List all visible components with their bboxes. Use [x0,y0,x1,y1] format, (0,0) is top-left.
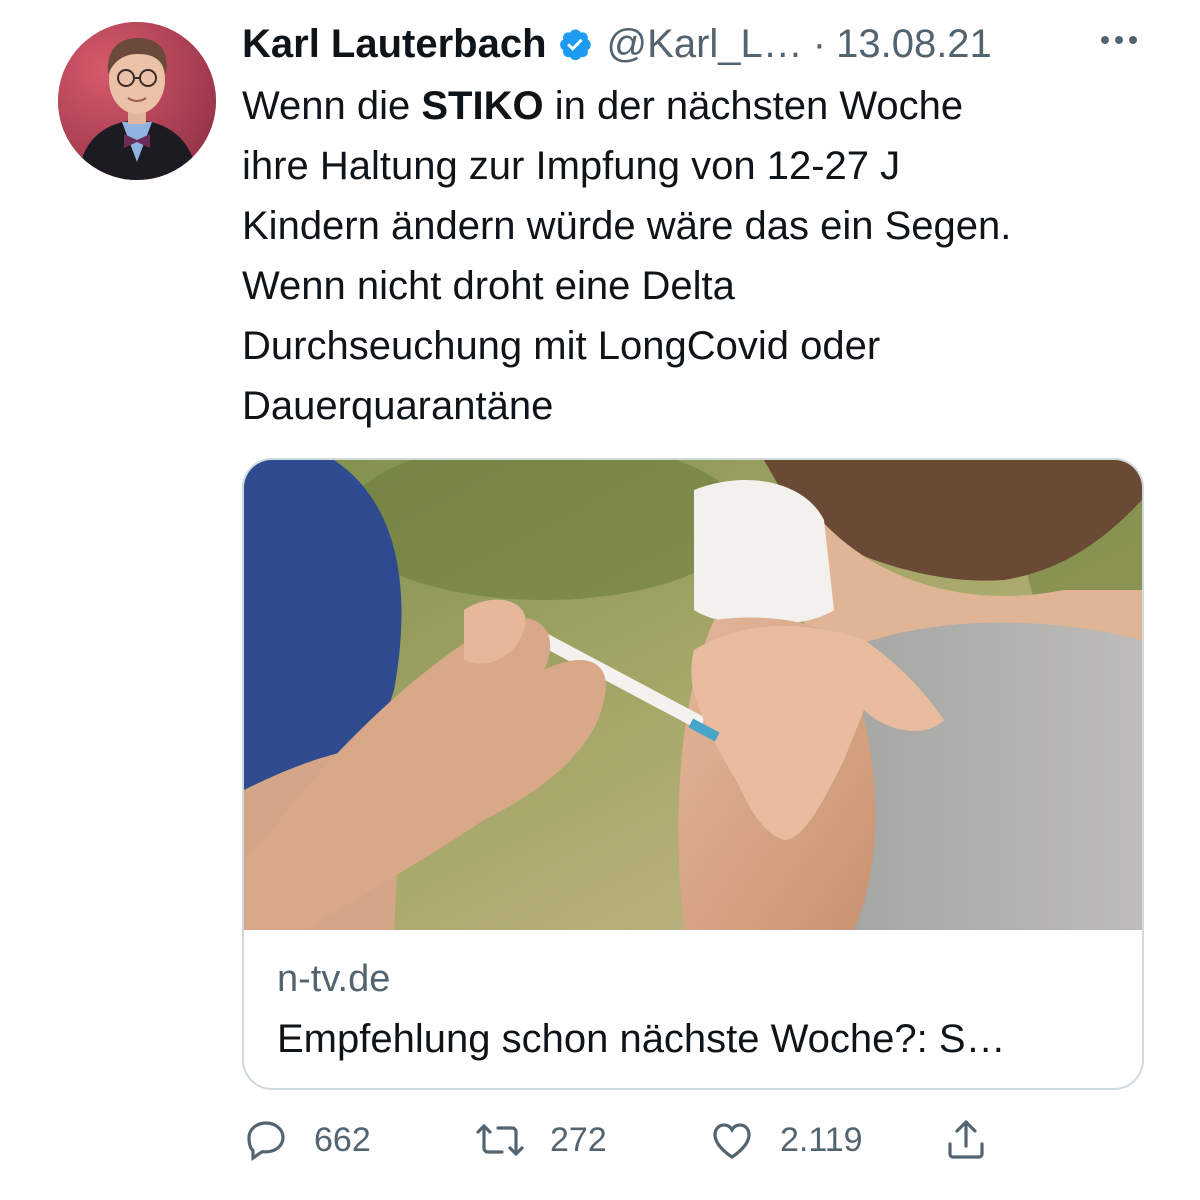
separator: · [812,21,827,66]
tweet-text-line: Wenn die STIKO in der nächsten Woche [242,84,964,128]
card-domain: n-tv.de [277,958,391,1000]
retweet-icon [476,1124,524,1156]
avatar[interactable] [58,22,216,180]
tweet-date[interactable]: 13.08.21 [836,22,992,67]
tweet-text-line: Durchseuchung mit LongCovid oder [242,324,881,368]
share-icon [948,1120,984,1159]
reply-icon [247,1121,285,1162]
card-image[interactable] [244,460,1142,930]
like-button[interactable]: 2.119 [708,1110,863,1170]
tweet-header: Karl Lauterbach @Karl_L… · 13.08.21 [242,18,992,70]
tweet-text: Wenn die STIKO in der nächsten Woche ihr… [242,76,1172,436]
link-card[interactable]: n-tv.de Empfehlung schon nächste Woche?:… [242,458,1144,1090]
tweet-text-line: Dauerquarantäne [242,384,554,428]
share-button[interactable] [942,1110,990,1170]
retweet-count: 272 [550,1120,607,1159]
author-handle[interactable]: @Karl_L… [607,22,803,67]
reply-button[interactable]: 662 [242,1110,371,1170]
tweet-text-line: ihre Haltung zur Impfung von 12-27 J [242,144,901,188]
tweet-text-line: Kindern ändern würde wäre das ein Segen. [242,204,1012,248]
retweet-button[interactable]: 272 [474,1110,607,1170]
hashtag-stiko[interactable]: STIKO [421,84,543,128]
tweet-text-line: Wenn nicht droht eine Delta [242,264,735,308]
more-icon[interactable] [1094,20,1144,60]
card-title[interactable]: Empfehlung schon nächste Woche?: S… [277,1017,1006,1062]
verified-badge-icon [557,26,593,62]
reply-count: 662 [314,1120,371,1159]
like-icon [713,1123,751,1159]
tweet-actions: 662 272 2.119 [242,1110,1002,1170]
avatar-image [58,22,216,180]
like-count: 2.119 [780,1120,863,1159]
author-name[interactable]: Karl Lauterbach [242,22,547,67]
